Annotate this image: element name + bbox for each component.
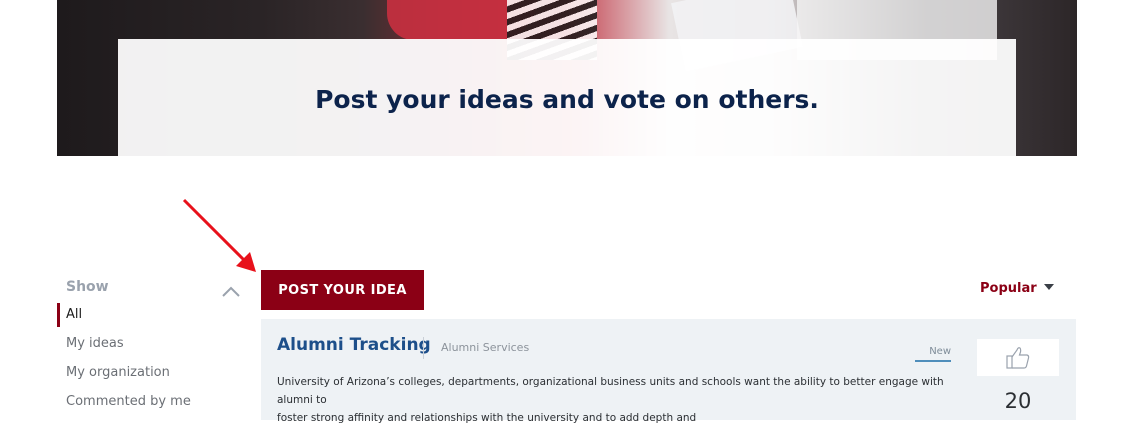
- idea-title[interactable]: Alumni Tracking: [277, 335, 431, 355]
- vote-count: 20: [1004, 389, 1032, 413]
- hero-headline: Post your ideas and vote on others.: [315, 85, 819, 114]
- title-divider: [423, 337, 424, 359]
- post-your-idea-button[interactable]: POST YOUR IDEA: [261, 270, 424, 310]
- filter-my-ideas[interactable]: My ideas: [57, 332, 191, 361]
- sort-dropdown[interactable]: Popular: [980, 281, 1054, 296]
- show-filter-heading: Show: [66, 279, 109, 295]
- idea-description: University of Arizona’s colleges, depart…: [277, 373, 957, 427]
- vote-button[interactable]: [977, 339, 1059, 376]
- idea-category[interactable]: Alumni Services: [441, 341, 529, 354]
- collapse-chevron-up-icon[interactable]: [221, 284, 241, 298]
- idea-description-line: University of Arizona’s colleges, depart…: [277, 376, 944, 406]
- caret-down-icon: [1043, 284, 1054, 290]
- show-filter-list: All My ideas My organization Commented b…: [57, 303, 191, 419]
- sort-label: Popular: [980, 281, 1037, 296]
- hero-banner: Post your ideas and vote on others.: [118, 39, 1016, 156]
- status-badge: New: [915, 346, 951, 362]
- filter-my-organization[interactable]: My organization: [57, 361, 191, 390]
- annotation-arrow: [182, 198, 256, 272]
- filter-commented-by-me[interactable]: Commented by me: [57, 390, 191, 419]
- idea-description-line: foster strong affinity and relationships…: [277, 412, 697, 424]
- idea-card: Alumni Tracking Alumni Services New Univ…: [261, 319, 1076, 424]
- thumbs-up-icon: [1006, 346, 1030, 369]
- filter-all[interactable]: All: [57, 303, 191, 332]
